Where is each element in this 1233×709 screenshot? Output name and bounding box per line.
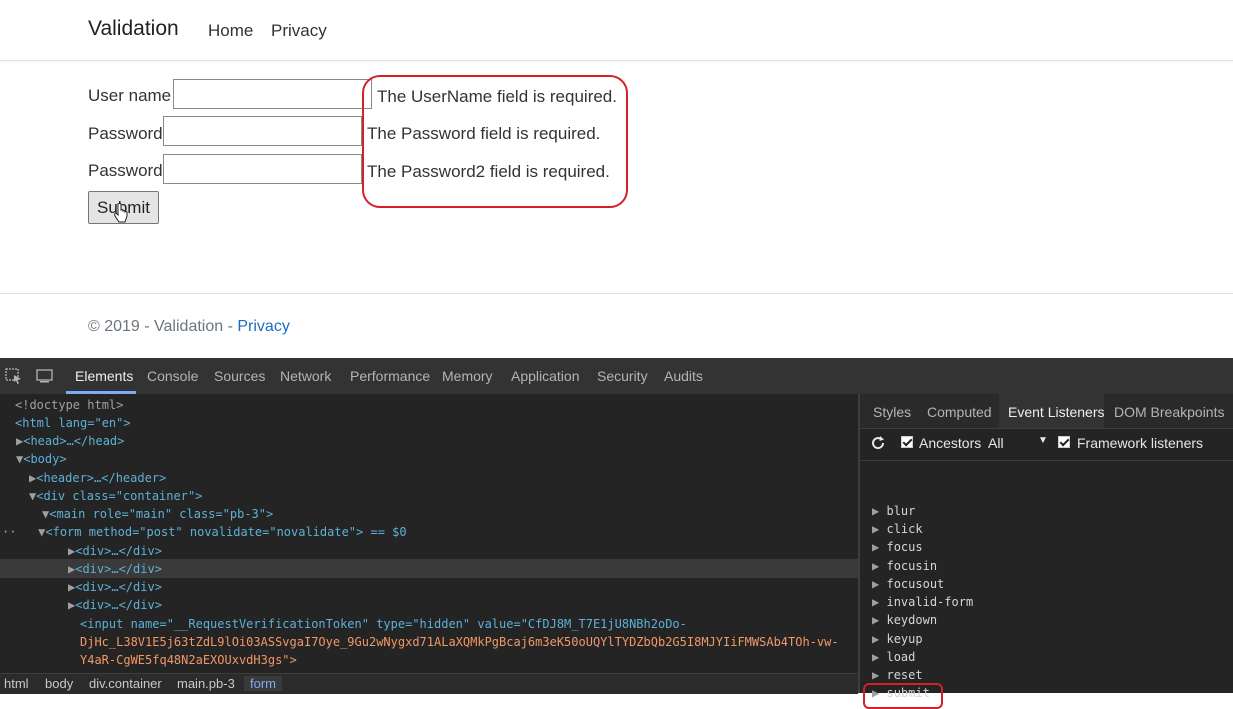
ancestors-checkbox[interactable] (901, 436, 913, 448)
breadcrumb-div-container[interactable]: div.container (89, 676, 162, 691)
dom-line[interactable]: ▶<div>…</div> (68, 580, 162, 594)
dom-line[interactable]: ▼<div class="container"> (29, 489, 202, 503)
username-input[interactable] (173, 79, 372, 109)
dom-line[interactable]: ▶<div>…</div> (68, 598, 162, 612)
event-item-keydown[interactable]: ▶ keydown (872, 613, 937, 627)
breadcrumb-main[interactable]: main.pb-3 (177, 676, 235, 691)
dom-line[interactable]: <!doctype html> (15, 398, 123, 412)
tab-event-listeners[interactable]: Event Listeners (1008, 404, 1105, 420)
tab-elements[interactable]: Elements (75, 368, 133, 384)
framework-listeners-label: Framework listeners (1077, 435, 1204, 451)
dom-line[interactable]: ▼<main role="main" class="pb-3"> (42, 507, 273, 521)
password-label: Password (88, 124, 163, 143)
web-page: Validation Home Privacy User name The Us… (0, 0, 1233, 358)
breadcrumb-body[interactable]: body (45, 676, 73, 691)
event-listener-toolbar: Ancestors All ▼ Framework listeners (860, 428, 1233, 461)
event-item-keyup[interactable]: ▶ keyup (872, 632, 923, 646)
tab-security[interactable]: Security (597, 368, 648, 384)
tab-performance[interactable]: Performance (350, 368, 430, 384)
dom-line[interactable]: ▶<div>…</div> (68, 544, 162, 558)
event-item-load[interactable]: ▶ load (872, 650, 915, 664)
footer-privacy-link[interactable]: Privacy (237, 318, 289, 335)
device-toolbar-icon[interactable] (36, 368, 54, 384)
chevron-down-icon: ▼ (1038, 435, 1048, 446)
username-label: User name (88, 86, 172, 105)
tab-computed[interactable]: Computed (927, 404, 992, 420)
tab-network[interactable]: Network (280, 368, 331, 384)
ancestors-label: Ancestors (919, 435, 982, 451)
hand-cursor-icon (114, 203, 128, 223)
listener-filter-select[interactable]: All ▼ (986, 432, 1050, 454)
breadcrumb: html body div.container main.pb-3 form (0, 673, 858, 694)
tab-console[interactable]: Console (147, 368, 198, 384)
dom-line[interactable]: ▶<div>…</div> (68, 562, 162, 576)
footer-text: © 2019 - Validation - (88, 318, 238, 335)
dom-line[interactable]: <html lang="en"> (15, 416, 131, 430)
event-item-focus[interactable]: ▶ focus (872, 540, 923, 554)
framework-listeners-checkbox[interactable] (1058, 436, 1070, 448)
password-input[interactable] (163, 116, 362, 146)
event-item-invalid-form[interactable]: ▶ invalid-form (872, 595, 973, 609)
breadcrumb-html[interactable]: html (4, 676, 29, 691)
nav-home-link[interactable]: Home (208, 21, 253, 41)
password2-label: Password (88, 161, 163, 180)
elements-tree: <!doctype html> <html lang="en"> ▶<head>… (0, 394, 858, 673)
dom-line-selected[interactable]: ·· ▼<form method="post" novalidate="nova… (2, 525, 407, 539)
navbar: Validation Home Privacy (0, 0, 1233, 61)
dom-line[interactable]: ▶<header>…</header> (29, 471, 166, 485)
tab-application[interactable]: Application (511, 368, 580, 384)
footer: © 2019 - Validation - Privacy (88, 318, 290, 336)
dom-line[interactable]: ▶<head>…</head> (16, 434, 124, 448)
tab-dom-breakpoints[interactable]: DOM Breakpoints (1114, 404, 1224, 420)
sidebar-pane: Styles Computed Event Listeners DOM Brea… (860, 394, 1233, 709)
event-item-reset[interactable]: ▶ reset (872, 668, 923, 682)
devtools-tab-bar: Elements Console Sources Network Perform… (0, 358, 1233, 395)
dom-line[interactable]: ▼<body> (16, 452, 67, 466)
dom-line[interactable]: Y4aR-CgWE5fq48N2aEXOUxvdH3gs"> (80, 653, 297, 667)
tab-memory[interactable]: Memory (442, 368, 493, 384)
breadcrumb-form[interactable]: form (244, 676, 282, 691)
sidebar-tab-bar: Styles Computed Event Listeners DOM Brea… (860, 394, 1233, 429)
submit-highlight-box (863, 683, 943, 709)
brand-link[interactable]: Validation (88, 17, 179, 41)
tab-sources[interactable]: Sources (214, 368, 265, 384)
event-item-focusout[interactable]: ▶ focusout (872, 577, 944, 591)
refresh-icon[interactable] (870, 435, 886, 451)
tab-styles[interactable]: Styles (873, 404, 911, 420)
nav-privacy-link[interactable]: Privacy (271, 21, 327, 41)
dom-line[interactable]: <input name="__RequestVerificationToken"… (80, 617, 687, 631)
errors-highlight-box (362, 75, 628, 208)
dom-line[interactable]: DjHc_L38V1E5j63tZdL9lOi03ASSvgaI7Oye_9Gu… (80, 635, 839, 649)
devtools-panel: Elements Console Sources Network Perform… (0, 358, 1233, 709)
event-item-focusin[interactable]: ▶ focusin (872, 559, 937, 573)
event-item-blur[interactable]: ▶ blur (872, 504, 915, 518)
tab-audits[interactable]: Audits (664, 368, 703, 384)
inspect-element-icon[interactable] (5, 368, 23, 384)
password2-input[interactable] (163, 154, 362, 184)
event-item-click[interactable]: ▶ click (872, 522, 923, 536)
footer-divider (0, 293, 1233, 294)
